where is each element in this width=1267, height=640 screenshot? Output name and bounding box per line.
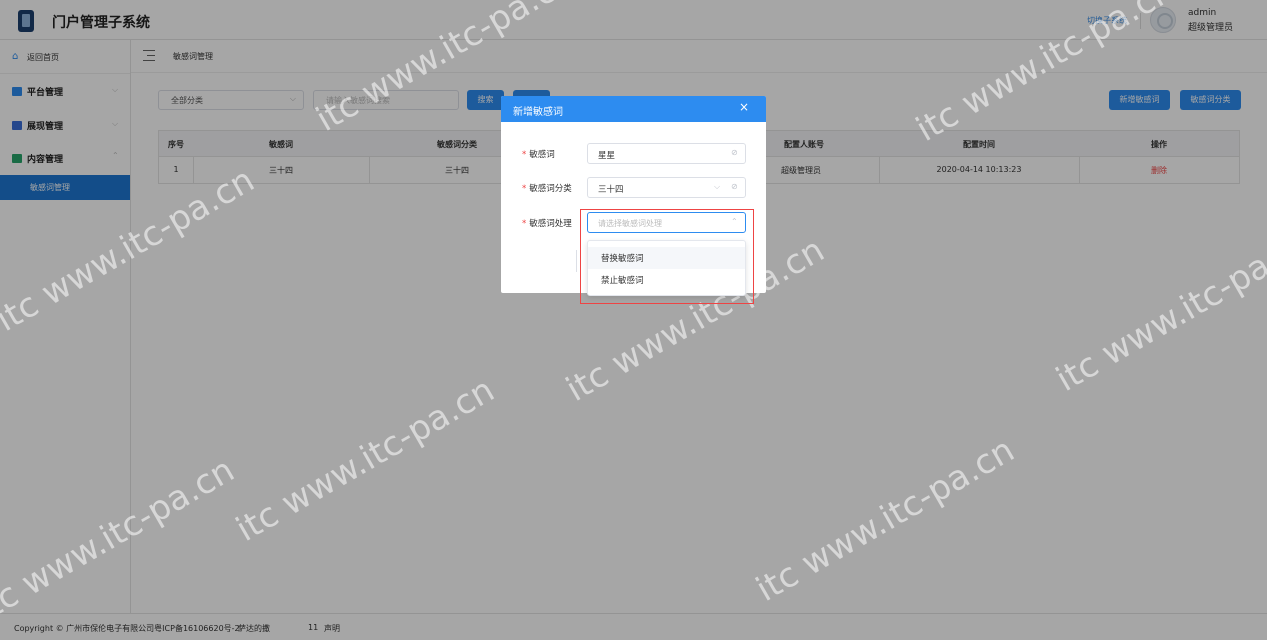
category-select[interactable]: 三十四 ⌵ ⊘ <box>587 177 746 198</box>
clear-icon[interactable]: ⊘ <box>731 182 738 191</box>
handling-label: * 敏感词处理 <box>522 219 572 229</box>
word-input-value: 星星 <box>598 151 616 161</box>
highlight-annotation <box>580 209 754 304</box>
category-label: * 敏感词分类 <box>522 184 572 194</box>
cancel-button-edge[interactable] <box>576 250 577 272</box>
word-label: * 敏感词 <box>522 150 555 160</box>
category-select-value: 三十四 <box>598 185 624 195</box>
close-icon[interactable]: × <box>739 100 749 114</box>
dialog-title: 新增敏感词 <box>513 107 563 118</box>
chevron-down-icon: ⌵ <box>714 182 721 191</box>
dialog-header: 新增敏感词 × <box>501 96 766 122</box>
clear-icon[interactable]: ⊘ <box>731 148 738 157</box>
word-input[interactable]: 星星 ⊘ <box>587 143 746 164</box>
